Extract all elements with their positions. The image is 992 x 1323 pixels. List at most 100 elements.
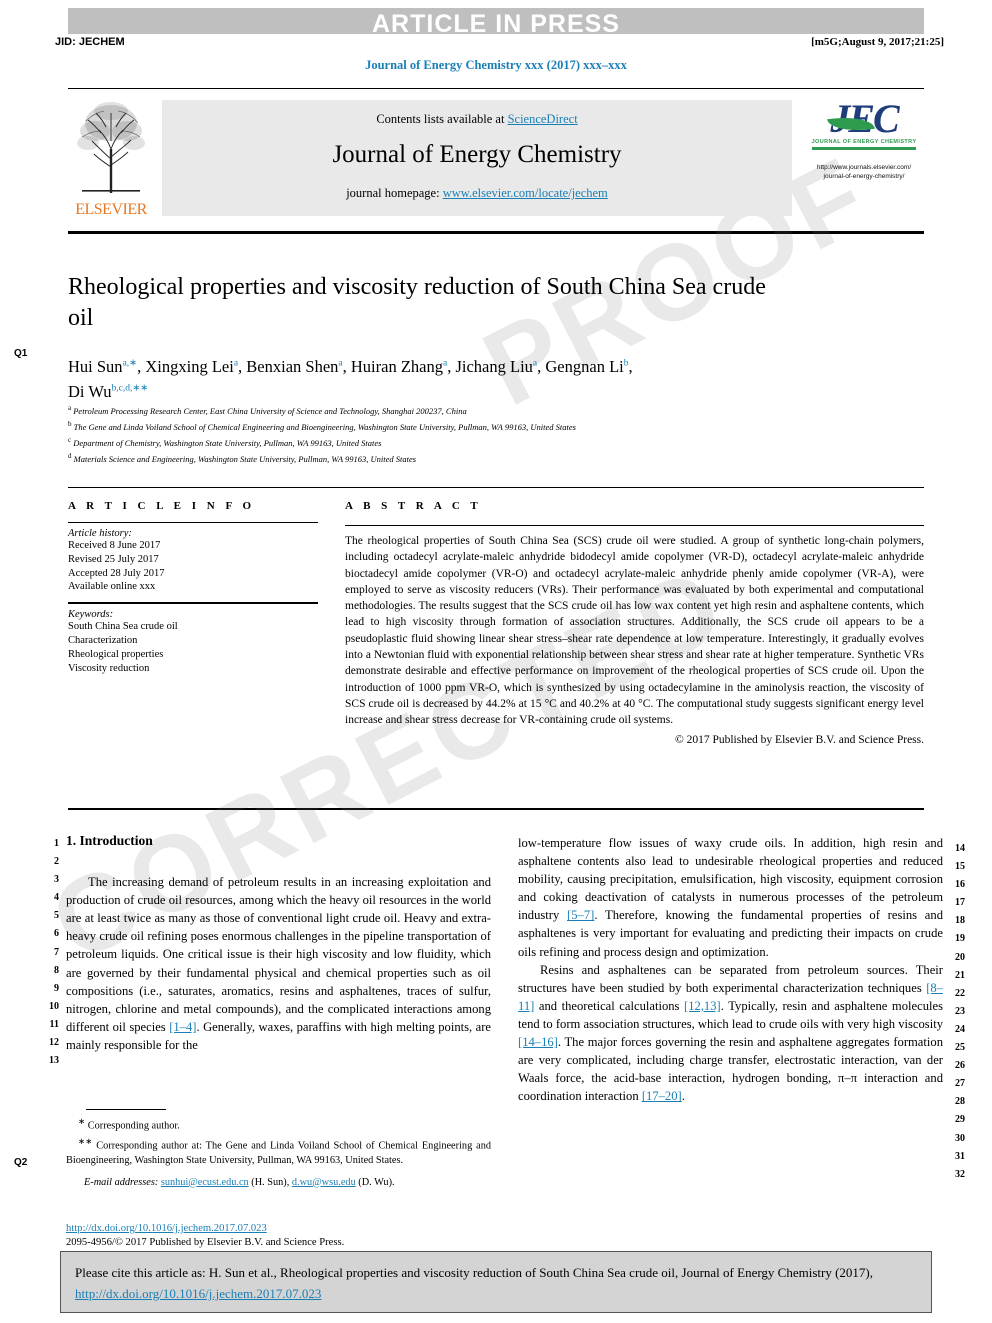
- elsevier-tree-logo: ELSEVIER: [68, 97, 154, 219]
- affiliation-text: Materials Science and Engineering, Washi…: [71, 453, 417, 464]
- email-label: E-mail addresses:: [84, 1176, 159, 1188]
- footnote-corresponding-author-2: ∗∗ Corresponding author at: The Gene and…: [66, 1134, 491, 1169]
- keyword-lines: South China Sea crude oil Characterizatio…: [68, 620, 318, 675]
- citation-reference[interactable]: [12,13]: [684, 999, 721, 1013]
- email-owner-sun: (H. Sun),: [248, 1176, 292, 1188]
- article-history-item: Received 8 June 2017: [68, 540, 161, 551]
- abstract-block: A B S T R A C T The rheological properti…: [345, 500, 924, 746]
- author-name: Hui Sun: [68, 356, 123, 376]
- line-number: 16: [955, 879, 965, 891]
- jec-url-line2: journal-of-energy-chemistry/: [823, 173, 905, 180]
- query-marker-q2[interactable]: Q2: [14, 1157, 27, 1168]
- doi-link[interactable]: http://dx.doi.org/10.1016/j.jechem.2017.…: [66, 1223, 267, 1234]
- abstract-divider: [345, 525, 924, 526]
- line-number: 32: [955, 1168, 965, 1180]
- citation-reference[interactable]: [1–4]: [169, 1020, 196, 1034]
- line-number: 12: [49, 1037, 59, 1049]
- footnote-rule: [86, 1109, 166, 1110]
- text-run: .: [681, 1089, 685, 1104]
- typesetter-stamp: [m5G;August 9, 2017;21:25]: [811, 36, 944, 48]
- abstract-top-divider: [68, 487, 924, 488]
- body-column-left: 1. Introduction The increasing demand of…: [66, 832, 491, 1054]
- email-link-wu[interactable]: d.wu@wsu.edu: [292, 1177, 356, 1188]
- author-name: Gengnan Li: [545, 356, 624, 376]
- keyword-item: Rheological properties: [68, 648, 164, 660]
- affiliation-item: a Petroleum Processing Research Center, …: [68, 402, 924, 418]
- email-link-sun[interactable]: sunhui@ecust.edu.cn: [161, 1177, 249, 1188]
- journal-title: Journal of Energy Chemistry: [332, 141, 622, 168]
- line-number: 8: [54, 964, 59, 976]
- line-number: 21: [955, 969, 965, 981]
- author-name: Benxian Shen: [246, 356, 339, 376]
- query-marker-q1[interactable]: Q1: [14, 348, 27, 359]
- section-heading-introduction: 1. Introduction: [66, 833, 153, 848]
- footnote-block: ∗ Corresponding author. ∗∗ Corresponding…: [66, 1114, 491, 1190]
- header-divider: [68, 88, 924, 89]
- line-number: 6: [54, 928, 59, 940]
- footnote-corresponding-author-1: ∗ Corresponding author.: [66, 1114, 491, 1134]
- footnote-mark-2: ∗∗: [78, 1136, 93, 1147]
- line-number: 23: [955, 1005, 965, 1017]
- line-number: 25: [955, 1042, 965, 1054]
- line-number: 28: [955, 1096, 965, 1108]
- author-affiliation-mark: a: [532, 358, 538, 368]
- line-number: 14: [955, 843, 965, 854]
- keyword-item: Characterization: [68, 634, 138, 646]
- text-run: and theoretical calculations: [534, 998, 684, 1013]
- jec-logo-url: http://www.journals.elsevier.com/ journa…: [804, 163, 924, 181]
- article-history-item: Accepted 28 July 2017: [68, 567, 165, 579]
- line-number: 4: [54, 892, 59, 904]
- author-affiliation-mark: b,c,d,∗∗: [111, 383, 149, 394]
- page-title: Rheological properties and viscosity red…: [68, 274, 766, 331]
- line-number: 7: [54, 946, 59, 958]
- line-number: 24: [955, 1023, 965, 1035]
- line-number: 3: [54, 874, 59, 886]
- text-run: . The major forces governing the resin a…: [518, 1035, 943, 1104]
- text-run: The increasing demand of petroleum resul…: [66, 875, 491, 1034]
- line-number: 10: [49, 1000, 59, 1012]
- article-info-divider-2: [68, 602, 318, 605]
- elsevier-wordmark: ELSEVIER: [75, 201, 147, 218]
- article-info-heading: A R T I C L E I N F O: [68, 500, 256, 512]
- journal-homepage-link[interactable]: www.elsevier.com/locate/jechem: [443, 186, 608, 200]
- line-numbers-right: 14 15 16 17 18 19 20 21 22 23 24 25 26 27 28 29 30 31 32: [955, 840, 977, 1184]
- contents-available-line: Contents lists available at ScienceDirec…: [162, 112, 792, 127]
- affiliation-text: Petroleum Processing Research Center, Ea…: [71, 405, 467, 416]
- contents-prefix: Contents lists available at: [376, 112, 508, 126]
- author-line-2: Di Wub,c,d,∗∗: [68, 382, 148, 401]
- doi-link-wrap: http://dx.doi.org/10.1016/j.jechem.2017.…: [66, 1222, 526, 1236]
- issn-copyright-line: 2095-4956/© 2017 Published by Elsevier B…: [66, 1237, 345, 1248]
- jec-journal-logo: JEC JOURNAL OF ENERGY CHEMISTRY http://w…: [804, 97, 924, 181]
- article-history-item: Revised 25 July 2017: [68, 553, 159, 565]
- author-name: Xingxing Lei: [145, 356, 234, 376]
- author-name: Di Wu: [68, 382, 112, 401]
- affiliation-item: b The Gene and Linda Voiland School of C…: [68, 418, 924, 434]
- line-number: 5: [54, 910, 59, 922]
- doi-block: http://dx.doi.org/10.1016/j.jechem.2017.…: [66, 1222, 526, 1250]
- sciencedirect-link[interactable]: ScienceDirect: [508, 112, 578, 126]
- citation-reference[interactable]: [17–20]: [642, 1089, 682, 1103]
- jec-logo-text: JEC: [804, 97, 924, 141]
- author-name: Huiran Zhang: [350, 356, 443, 376]
- line-number: 13: [49, 1055, 59, 1067]
- footnote-text-1: Corresponding author.: [85, 1120, 180, 1132]
- author-affiliation-mark: a,∗: [122, 358, 138, 368]
- masthead-center-panel: Contents lists available at ScienceDirec…: [162, 100, 792, 216]
- text-run: Resins and asphaltenes can be separated …: [518, 962, 943, 995]
- cite-doi-link[interactable]: http://dx.doi.org/10.1016/j.jechem.2017.…: [75, 1286, 321, 1301]
- line-number: 22: [955, 987, 965, 999]
- citation-reference[interactable]: [14–16]: [518, 1035, 558, 1049]
- affiliation-item: d Materials Science and Engineering, Was…: [68, 450, 924, 466]
- line-number: 1: [54, 838, 59, 849]
- jec-url-line1: http://www.journals.elsevier.com/: [816, 164, 912, 171]
- line-number: 15: [955, 861, 965, 873]
- citation-reference[interactable]: [5–7]: [567, 908, 594, 922]
- line-number: 11: [49, 1018, 59, 1030]
- affiliation-item: c Department of Chemistry, Washington St…: [68, 434, 924, 450]
- cite-prefix: Please cite this article as: H. Sun et a…: [75, 1265, 874, 1280]
- email-owner-wu: (D. Wu).: [355, 1176, 395, 1188]
- jec-logo-rule: [812, 147, 916, 150]
- line-number: 27: [955, 1078, 965, 1090]
- author-affiliation-mark: a: [233, 358, 239, 368]
- journal-id-label: JID: JECHEM: [55, 36, 125, 48]
